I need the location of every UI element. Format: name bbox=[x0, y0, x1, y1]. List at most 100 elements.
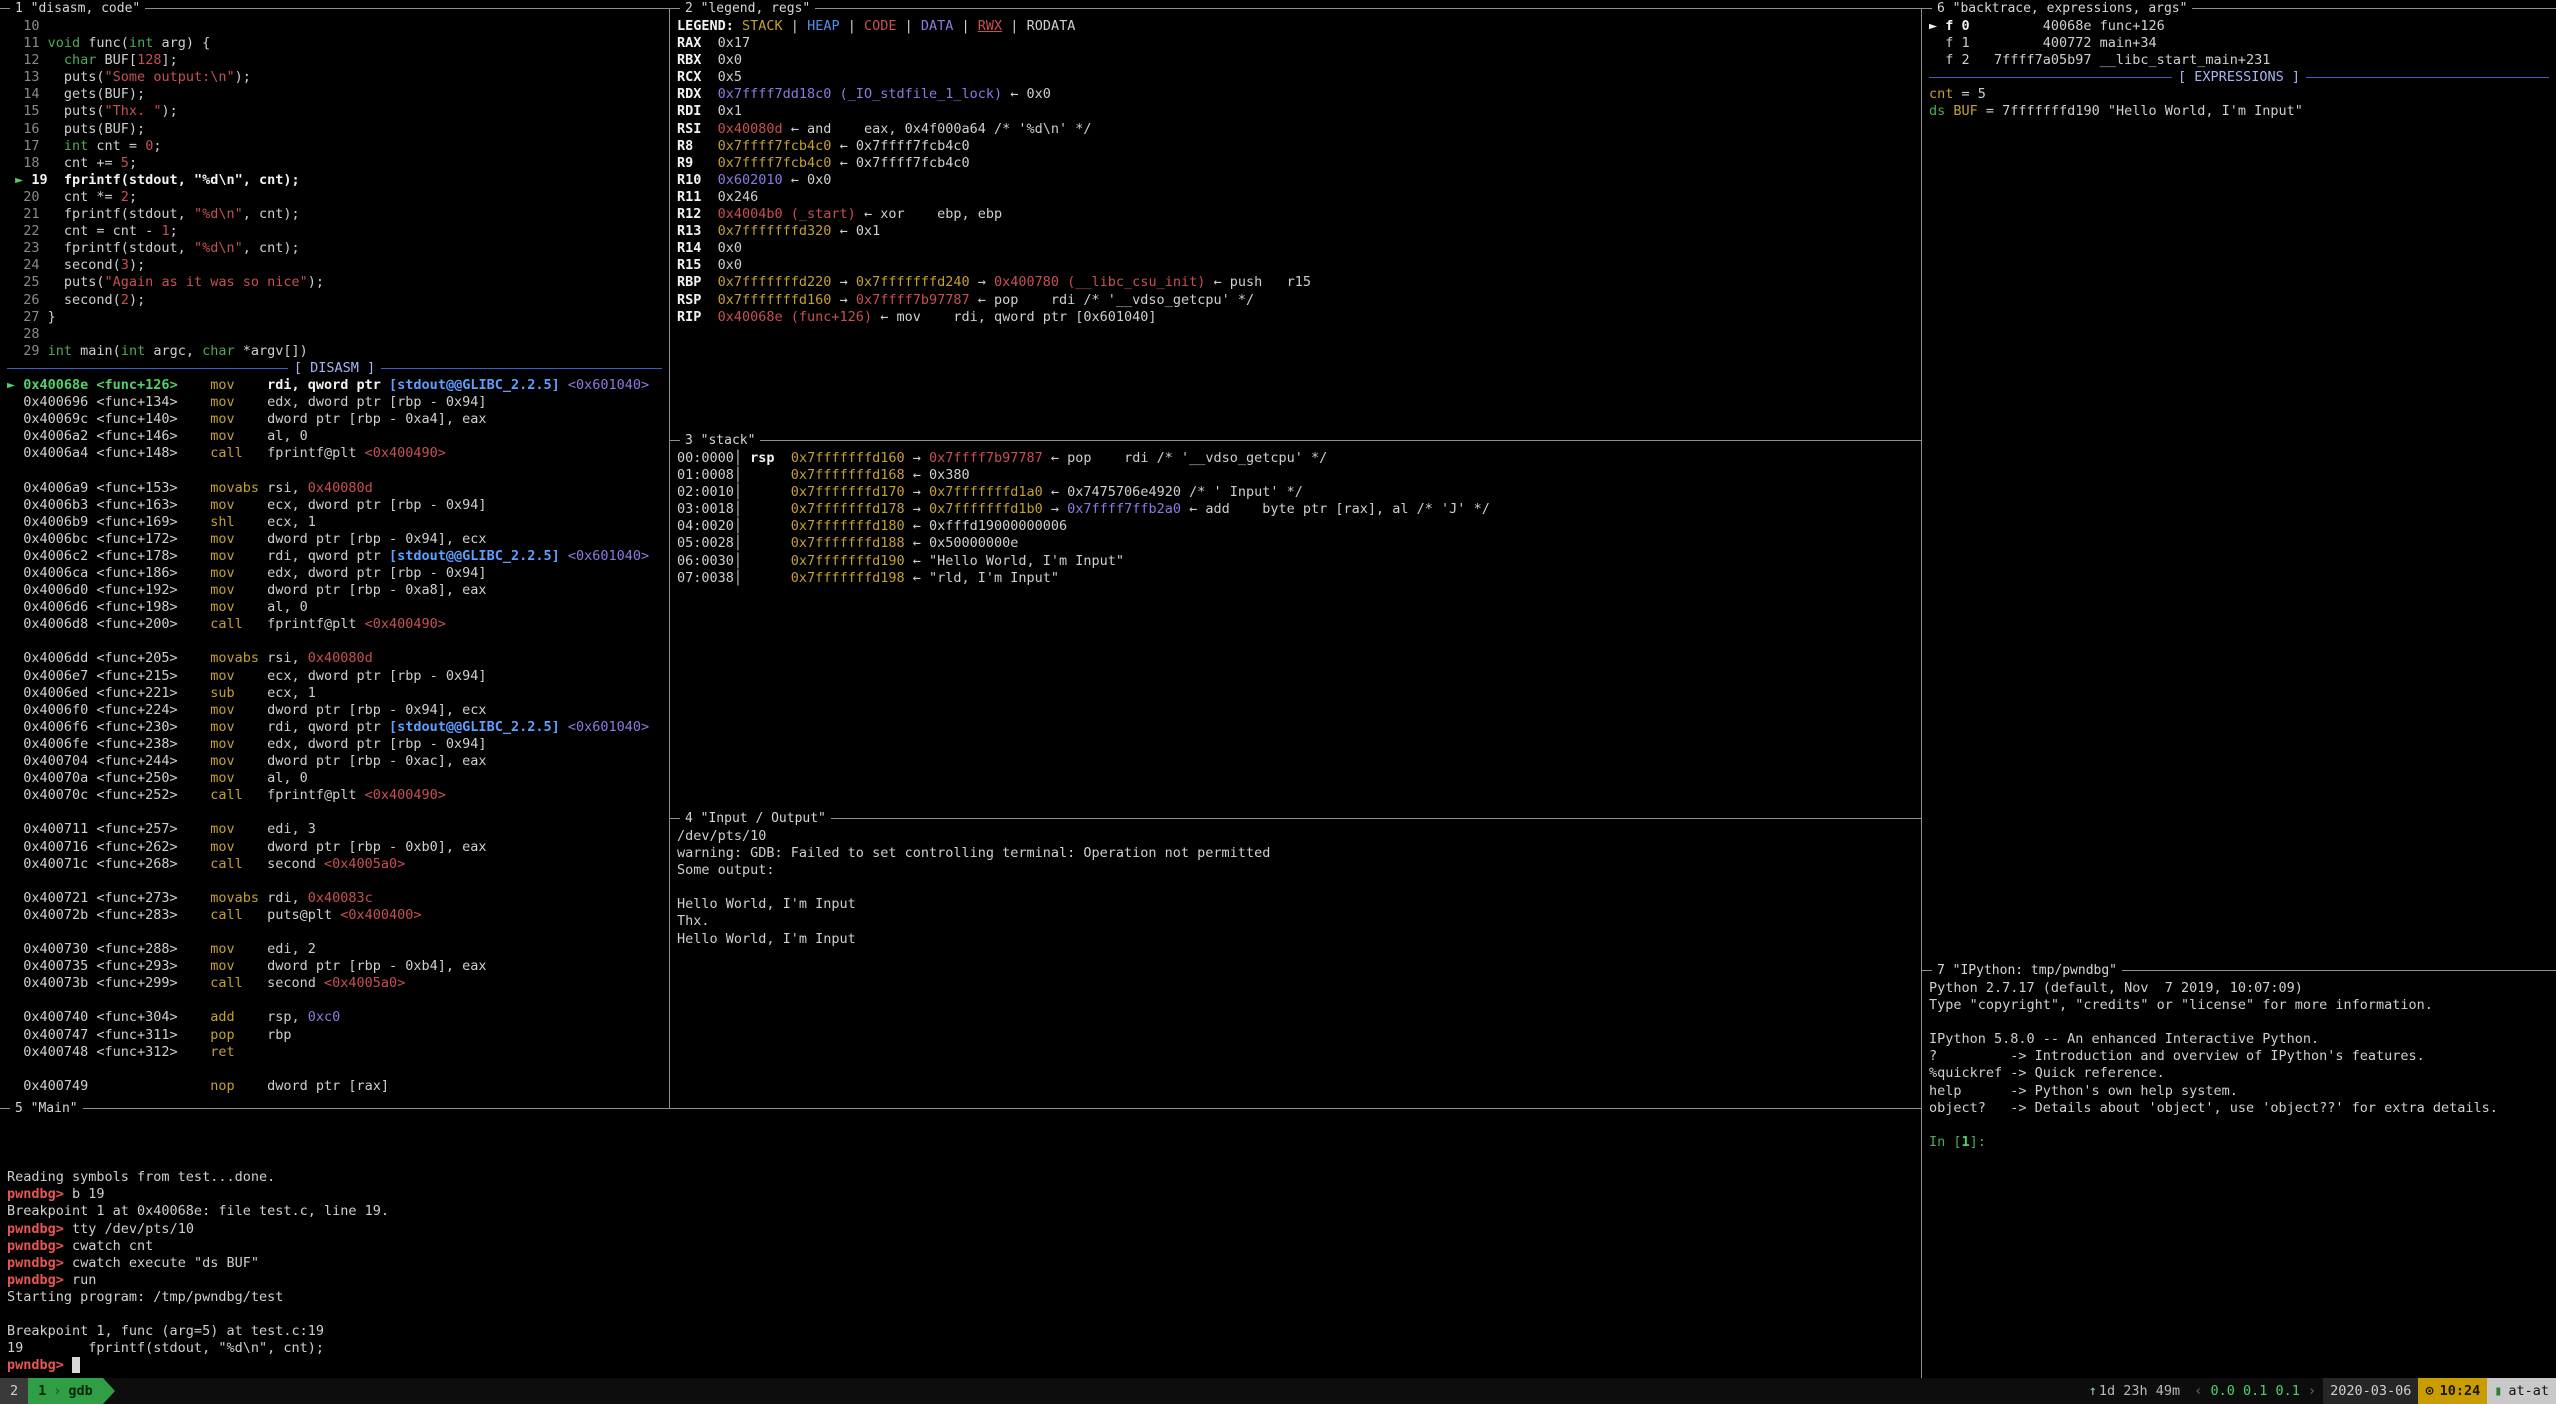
load-close-bracket: › bbox=[2308, 1383, 2316, 1399]
uptime-arrow-icon: ↑ bbox=[2089, 1383, 2099, 1399]
terminal-line: f 2 7ffff7a05b97 __libc_start_main+231 bbox=[1929, 52, 2549, 69]
pane-title-ipython: 7 "IPython: tmp/pwndbg" bbox=[1932, 962, 2122, 979]
terminal-line: Starting program: /tmp/pwndbg/test bbox=[7, 1289, 1914, 1306]
terminal-line: /dev/pts/10 bbox=[677, 828, 1914, 845]
terminal-line: RDX 0x7ffff7dd18c0 (_IO_stdfile_1_lock) … bbox=[677, 86, 1914, 103]
window-name: gdb bbox=[68, 1383, 92, 1399]
terminal-line: pwndbg> tty /dev/pts/10 bbox=[7, 1221, 1914, 1238]
border-line bbox=[670, 818, 1921, 819]
tmux-session-indicator[interactable]: 2 bbox=[0, 1378, 28, 1404]
terminal-line: 0x40069c <func+140> mov dword ptr [rbp -… bbox=[7, 411, 662, 428]
terminal-line: 0x4006c2 <func+178> mov rdi, qword ptr [… bbox=[7, 548, 662, 565]
terminal-line bbox=[7, 1306, 1914, 1323]
terminal-line: 0x4006e7 <func+215> mov ecx, dword ptr [… bbox=[7, 668, 662, 685]
pane-main-gdb[interactable]: 5 "Main" Reading symbols from test...don… bbox=[0, 1100, 1921, 1378]
terminal-line: 21 fprintf(stdout, "%d\n", cnt); bbox=[7, 206, 662, 223]
terminal-line bbox=[1929, 1117, 2549, 1134]
terminal-line: R15 0x0 bbox=[677, 257, 1914, 274]
terminal-line: RIP 0x40068e (func+126) ← mov rdi, qword… bbox=[677, 309, 1914, 326]
pane-ipython[interactable]: 7 "IPython: tmp/pwndbg" Python 2.7.17 (d… bbox=[1922, 962, 2556, 1378]
terminal-line: ? -> Introduction and overview of IPytho… bbox=[1929, 1048, 2549, 1065]
pane-content-ipython[interactable]: Python 2.7.17 (default, Nov 7 2019, 10:0… bbox=[1922, 979, 2556, 1151]
terminal-line: R10 0x602010 ← 0x0 bbox=[677, 172, 1914, 189]
terminal-line: 29 int main(int argc, char *argv[]) bbox=[7, 343, 662, 360]
pane-title-disasm-code: 1 "disasm, code" bbox=[10, 0, 145, 17]
pane-border: 6 "backtrace, expressions, args" bbox=[1922, 0, 2556, 17]
pane-border: 7 "IPython: tmp/pwndbg" bbox=[1922, 962, 2556, 979]
terminal-line bbox=[7, 924, 662, 941]
terminal-line: 0x400740 <func+304> add rsp, 0xc0 bbox=[7, 1009, 662, 1026]
terminal-line: 03:0018│ 0x7fffffffd178 → 0x7fffffffd1b0… bbox=[677, 501, 1914, 518]
terminal-line: 10 bbox=[7, 18, 662, 35]
terminal-line: 04:0020│ 0x7fffffffd180 ← 0xfffd19000000… bbox=[677, 518, 1914, 535]
terminal-line: cnt = 5 bbox=[1929, 86, 2549, 103]
terminal-line: 16 puts(BUF); bbox=[7, 121, 662, 138]
terminal-line: 0x4006ca <func+186> mov edx, dword ptr [… bbox=[7, 565, 662, 582]
terminal-line: 0x400735 <func+293> mov dword ptr [rbp -… bbox=[7, 958, 662, 975]
terminal-line: 0x40070a <func+250> mov al, 0 bbox=[7, 770, 662, 787]
terminal-line: [ EXPRESSIONS ] bbox=[1929, 69, 2549, 86]
terminal-line: 0x4006ed <func+221> sub ecx, 1 bbox=[7, 685, 662, 702]
terminal-line: Reading symbols from test...done. bbox=[7, 1169, 1914, 1186]
terminal-line: pwndbg> bbox=[7, 1357, 1914, 1374]
date-indicator: 2020-03-06 bbox=[2323, 1378, 2418, 1404]
pane-content-main-gdb[interactable]: Reading symbols from test...done. pwndbg>… bbox=[0, 1117, 1921, 1374]
pane-divider-vertical-left[interactable] bbox=[669, 8, 670, 1108]
terminal-line: ds BUF = 7fffffffd190 "Hello World, I'm … bbox=[1929, 103, 2549, 120]
terminal-line: 06:0030│ 0x7fffffffd190 ← "Hello World, … bbox=[677, 553, 1914, 570]
terminal-line: 23 fprintf(stdout, "%d\n", cnt); bbox=[7, 240, 662, 257]
tmux-window-tab-gdb[interactable]: 1›gdb bbox=[28, 1378, 103, 1404]
terminal-line: 0x4006f0 <func+224> mov dword ptr [rbp -… bbox=[7, 702, 662, 719]
pane-border: 2 "legend, regs" bbox=[670, 0, 1921, 17]
status-right: ↑1d 23h 49m ‹ 0.0 0.1 0.1 › 2020-03-06 ⊙… bbox=[2082, 1378, 2556, 1404]
terminal-line: 00:0000│ rsp 0x7fffffffd160 → 0x7ffff7b9… bbox=[677, 450, 1914, 467]
tmux-status-bar: 2 1›gdb ↑1d 23h 49m ‹ 0.0 0.1 0.1 › 2020… bbox=[0, 1378, 2556, 1404]
battery-icon: ▮ bbox=[2494, 1383, 2508, 1399]
terminal-line: 11 void func(int arg) { bbox=[7, 35, 662, 52]
terminal-line: IPython 5.8.0 -- An enhanced Interactive… bbox=[1929, 1031, 2549, 1048]
pane-legend-regs[interactable]: 2 "legend, regs" LEGEND: STACK | HEAP | … bbox=[670, 0, 1921, 432]
load-open-bracket: ‹ bbox=[2194, 1383, 2202, 1399]
pane-border: 3 "stack" bbox=[670, 432, 1921, 449]
pane-content-disasm-code: 10 11 void func(int arg) { 12 char BUF[1… bbox=[0, 17, 669, 1095]
terminal-line bbox=[7, 1118, 1914, 1135]
terminal-line: 0x400704 <func+244> mov dword ptr [rbp -… bbox=[7, 753, 662, 770]
section-divider-line bbox=[7, 368, 288, 369]
pane-disasm-code[interactable]: 1 "disasm, code" 10 11 void func(int arg… bbox=[0, 0, 669, 1100]
terminal-line: pwndbg> run bbox=[7, 1272, 1914, 1289]
load-average-values: 0.0 0.1 0.1 bbox=[2210, 1383, 2299, 1399]
hostname-indicator: ▮at-at bbox=[2487, 1378, 2556, 1404]
terminal-line: R14 0x0 bbox=[677, 240, 1914, 257]
terminal-line: Breakpoint 1, func (arg=5) at test.c:19 bbox=[7, 1323, 1914, 1340]
terminal-line: 0x400696 <func+134> mov edx, dword ptr [… bbox=[7, 394, 662, 411]
terminal-line: 0x40073b <func+299> call second <0x4005a… bbox=[7, 975, 662, 992]
terminal-line: Hello World, I'm Input bbox=[677, 931, 1914, 948]
terminal-line: RBP 0x7fffffffd220 → 0x7fffffffd240 → 0x… bbox=[677, 274, 1914, 291]
terminal-line: RCX 0x5 bbox=[677, 69, 1914, 86]
pane-divider-vertical-right[interactable] bbox=[1921, 8, 1922, 1378]
terminal-line: 01:0008│ 0x7fffffffd168 ← 0x380 bbox=[677, 467, 1914, 484]
terminal-line: 20 cnt *= 2; bbox=[7, 189, 662, 206]
terminal-line: 13 puts("Some output:\n"); bbox=[7, 69, 662, 86]
pane-backtrace-expressions[interactable]: 6 "backtrace, expressions, args" ► f 0 4… bbox=[1922, 0, 2556, 962]
clock-icon: ⊙ bbox=[2425, 1383, 2439, 1399]
pane-stack[interactable]: 3 "stack" 00:0000│ rsp 0x7fffffffd160 → … bbox=[670, 432, 1921, 810]
pane-input-output[interactable]: 4 "Input / Output" /dev/pts/10warning: G… bbox=[670, 810, 1921, 1100]
uptime-indicator: ↑1d 23h 49m bbox=[2082, 1378, 2187, 1404]
window-separator-icon: › bbox=[46, 1383, 68, 1399]
terminal-line: warning: GDB: Failed to set controlling … bbox=[677, 845, 1914, 862]
terminal-line: RAX 0x17 bbox=[677, 35, 1914, 52]
terminal-line: 0x4006f6 <func+230> mov rdi, qword ptr [… bbox=[7, 719, 662, 736]
pane-content-stack: 00:0000│ rsp 0x7fffffffd160 → 0x7ffff7b9… bbox=[670, 449, 1921, 587]
section-divider-line bbox=[381, 368, 662, 369]
pane-content-input-output: /dev/pts/10warning: GDB: Failed to set c… bbox=[670, 827, 1921, 948]
text-cursor bbox=[72, 1357, 80, 1373]
load-average-indicator: ‹ 0.0 0.1 0.1 › bbox=[2187, 1378, 2323, 1404]
terminal-line: help -> Python's own help system. bbox=[1929, 1083, 2549, 1100]
terminal-line: 0x4006bc <func+172> mov dword ptr [rbp -… bbox=[7, 531, 662, 548]
terminal-line: 0x40070c <func+252> call fprintf@plt <0x… bbox=[7, 787, 662, 804]
terminal-line: %quickref -> Quick reference. bbox=[1929, 1065, 2549, 1082]
terminal-line: 0x4006d0 <func+192> mov dword ptr [rbp -… bbox=[7, 582, 662, 599]
terminal-line bbox=[7, 1061, 662, 1078]
terminal-line: 0x4006fe <func+238> mov edx, dword ptr [… bbox=[7, 736, 662, 753]
